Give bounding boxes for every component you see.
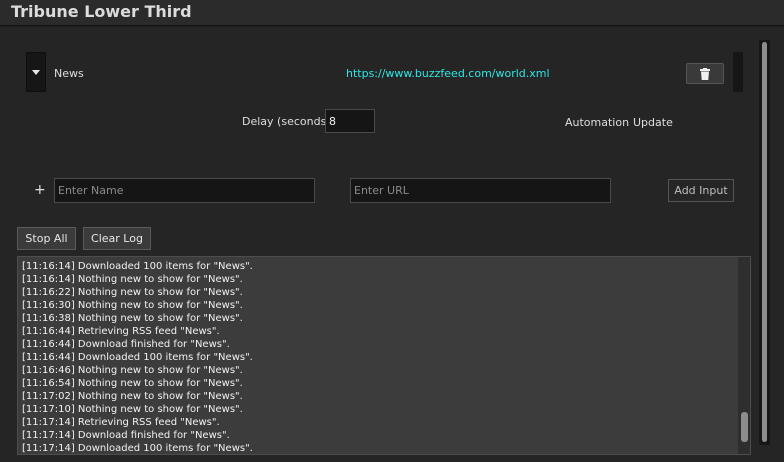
log-line: [11:17:14] Download finished for "News". — [22, 430, 230, 441]
feed-url[interactable]: https://www.buzzfeed.com/world.xml — [346, 67, 550, 80]
caret-down-icon[interactable] — [26, 52, 46, 92]
log-panel: [11:16:14] Downloaded 100 items for "New… — [17, 256, 751, 455]
stop-all-button[interactable]: Stop All — [17, 227, 76, 250]
feed-row-scrollbar[interactable] — [733, 52, 743, 92]
log-line: [11:16:38] Nothing new to show for "News… — [22, 313, 243, 324]
log-line: [11:16:22] Nothing new to show for "News… — [22, 287, 243, 298]
log-line: [11:16:14] Downloaded 100 items for "New… — [22, 261, 253, 272]
log-line: [11:16:44] Download finished for "News". — [22, 339, 230, 350]
log-lines: [11:16:14] Downloaded 100 items for "New… — [22, 260, 253, 454]
delete-feed-button[interactable] — [686, 63, 724, 84]
delay-input[interactable] — [325, 109, 375, 133]
title-bar: Tribune Lower Third — [0, 0, 784, 26]
log-scrollbar-thumb[interactable] — [741, 412, 748, 442]
delay-label: Delay (seconds) — [242, 115, 331, 128]
main-scrollbar-thumb[interactable] — [762, 42, 767, 442]
log-line: [11:17:14] Downloaded 100 items for "New… — [22, 443, 253, 454]
update-link[interactable]: Update — [633, 116, 673, 129]
log-line: [11:16:54] Nothing new to show for "News… — [22, 378, 243, 389]
app-title: Tribune Lower Third — [11, 2, 192, 21]
log-line: [11:16:46] Nothing new to show for "News… — [22, 365, 243, 376]
main-scrollbar[interactable] — [759, 40, 770, 445]
log-line: [11:16:30] Nothing new to show for "News… — [22, 300, 243, 311]
name-input[interactable] — [54, 178, 315, 203]
trash-icon — [700, 68, 710, 80]
log-line: [11:16:14] Nothing new to show for "News… — [22, 274, 243, 285]
log-line: [11:17:14] Retrieving RSS feed "News". — [22, 417, 220, 428]
log-line: [11:16:44] Downloaded 100 items for "New… — [22, 352, 253, 363]
feed-name: News — [54, 67, 84, 80]
log-scrollbar[interactable] — [738, 257, 750, 454]
add-input-button[interactable]: Add Input — [668, 179, 734, 202]
automation-link[interactable]: Automation — [565, 116, 629, 129]
log-line: [11:17:10] Nothing new to show for "News… — [22, 404, 243, 415]
url-input[interactable] — [350, 178, 611, 203]
log-line: [11:16:44] Retrieving RSS feed "News". — [22, 326, 220, 337]
plus-icon: + — [34, 182, 46, 198]
log-line: [11:17:02] Nothing new to show for "News… — [22, 391, 243, 402]
clear-log-button[interactable]: Clear Log — [83, 227, 151, 250]
feed-row: News https://www.buzzfeed.com/world.xml — [26, 52, 743, 92]
